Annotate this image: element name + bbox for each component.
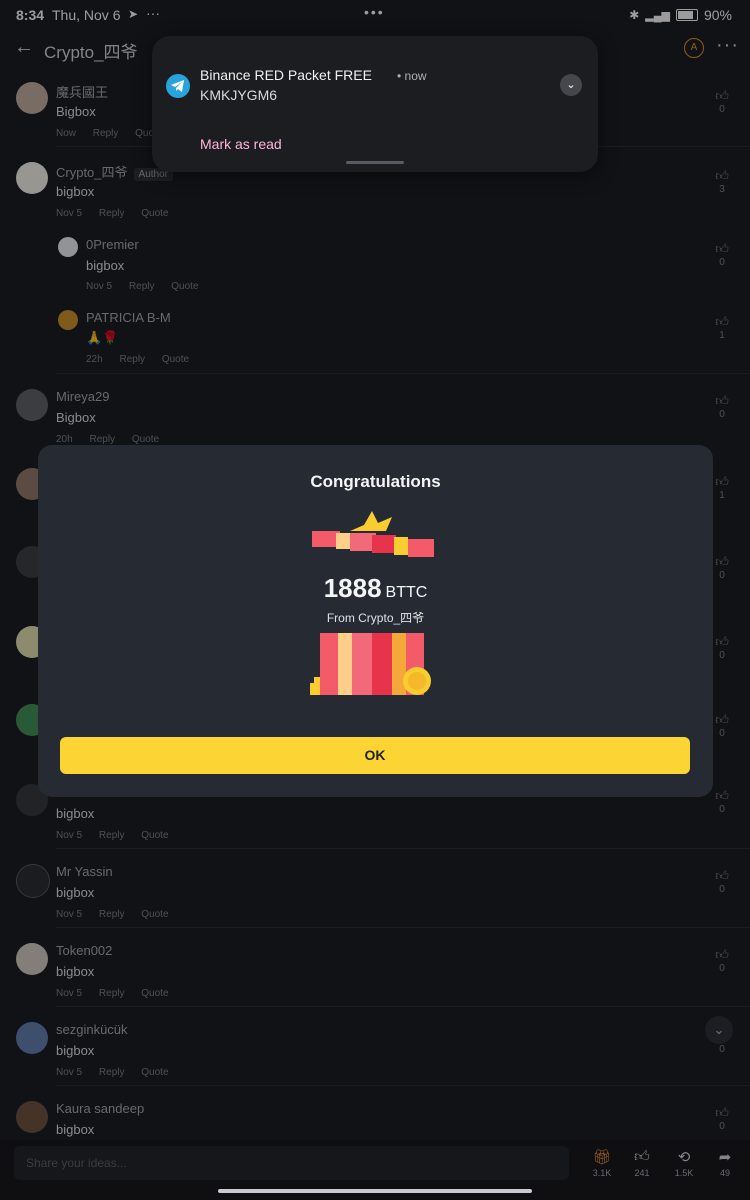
telegram-icon [166,74,190,98]
ok-button[interactable]: OK [60,737,690,774]
packet-currency: BTTC [385,584,428,601]
red-packet-modal: Congratulations 1888 BTTC From Crypto_四爷 … [38,445,713,797]
chevron-down-icon[interactable]: ⌄ [560,74,582,96]
notification-time: now [404,69,427,83]
home-indicator[interactable] [218,1189,532,1193]
gift-box-icon [310,633,431,695]
gift-lid-icon [312,511,434,557]
modal-title: Congratulations [310,472,441,491]
mark-as-read-button[interactable]: Mark as read [200,136,282,152]
notification-body: KMKJYGM6 [200,87,278,103]
drag-handle[interactable] [346,161,404,164]
notification-banner[interactable]: Binance RED Packet FREE • now KMKJYGM6 ⌄… [152,36,598,172]
notification-title: Binance RED Packet FREE [200,67,372,83]
packet-sender: From Crypto_四爷 [326,611,425,625]
packet-amount: 1888 [323,573,382,603]
